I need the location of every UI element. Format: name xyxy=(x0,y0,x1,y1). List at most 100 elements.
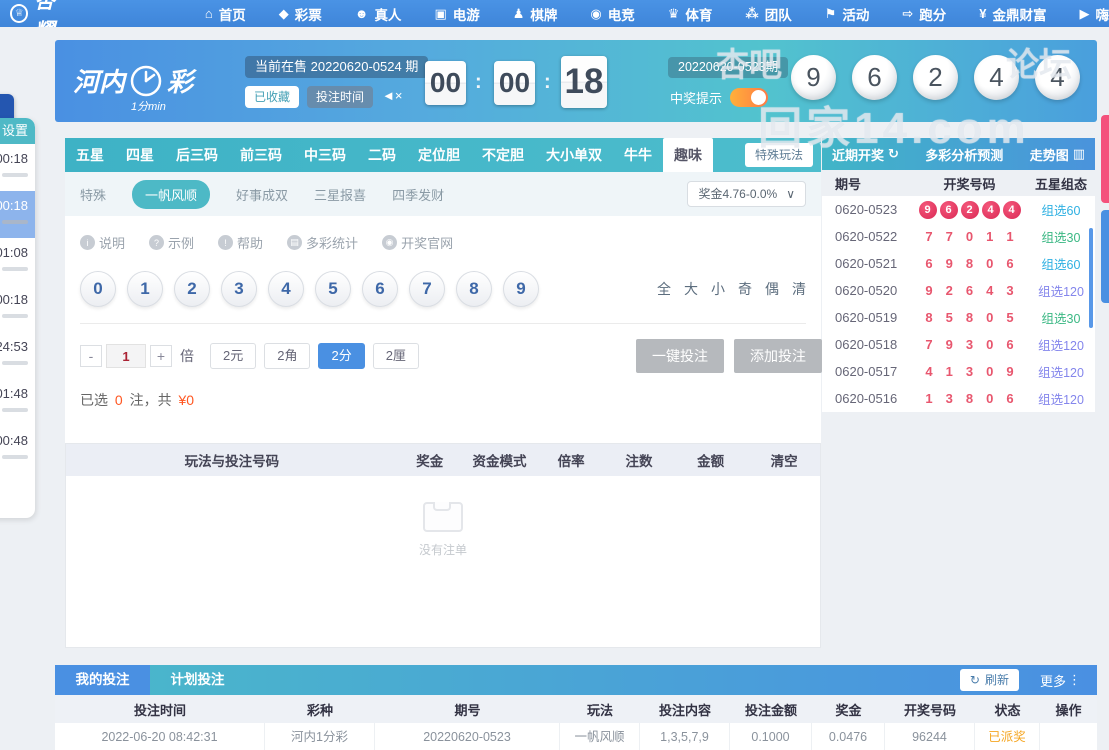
result-digit: 6 xyxy=(1006,337,1014,352)
nav-item-chess[interactable]: ♟ 棋牌 xyxy=(513,4,558,24)
nav-item-team[interactable]: ⁂ 团队 xyxy=(745,4,791,24)
combo-link[interactable]: 组选120 xyxy=(1027,362,1095,381)
nav-label: 首页 xyxy=(218,7,246,23)
help-link-tongji[interactable]: ▤ 多彩统计 xyxy=(287,233,358,252)
nav-item-lottery[interactable]: ◆ 彩票 xyxy=(279,4,322,24)
sidebar-lottery-item[interactable]: 01:08 xyxy=(0,238,35,285)
multiplier-input[interactable] xyxy=(106,344,146,368)
tab-zhongsanma[interactable]: 中三码 xyxy=(293,138,357,172)
unit-fen-button-active[interactable]: 2分 xyxy=(318,343,365,369)
quick-select-small[interactable]: 小 xyxy=(711,279,725,299)
pick-number-3[interactable]: 3 xyxy=(221,271,257,307)
special-play-button[interactable]: 特殊玩法 xyxy=(744,143,813,167)
quick-select-big[interactable]: 大 xyxy=(684,279,698,299)
quick-select-even[interactable]: 偶 xyxy=(765,279,779,299)
nav-label: 活动 xyxy=(842,7,870,23)
tab-dingweidan[interactable]: 定位胆 xyxy=(407,138,471,172)
combo-link[interactable]: 组选120 xyxy=(1027,281,1095,300)
favorited-button[interactable]: 已收藏 xyxy=(245,86,300,108)
pick-number-0[interactable]: 0 xyxy=(80,271,116,307)
pick-number-6[interactable]: 6 xyxy=(362,271,398,307)
help-link-bangzhu[interactable]: ! 帮助 xyxy=(218,233,263,252)
sidebar-lottery-item[interactable]: 00:48 xyxy=(0,426,35,473)
subtab-sanxingbaoxi[interactable]: 三星报喜 xyxy=(314,185,366,204)
pick-number-4[interactable]: 4 xyxy=(268,271,304,307)
sidebar-lottery-item[interactable]: 00:18 xyxy=(0,144,35,191)
nav-item-hi[interactable]: ▶ 嗨 xyxy=(1080,4,1109,24)
combo-link[interactable]: 组选60 xyxy=(1027,200,1095,219)
tab-daxiaodanshuang[interactable]: 大小单双 xyxy=(535,138,613,172)
sidebar-settings-button[interactable]: 设置 xyxy=(0,118,35,144)
help-link-shili[interactable]: ? 示例 xyxy=(149,233,194,252)
more-button[interactable]: 更多 ⋮ xyxy=(1040,671,1081,690)
tab-trend-chart[interactable]: 走势图 ▥ xyxy=(1030,145,1085,164)
top-navigation: ♕ 杏耀 ⌂ 首页 ◆ 彩票 ☻ 真人 ▣ 电游 ♟ 棋牌 ◉ 电竞 ♛ 体育 ⁂ 团队 ⚑ 活动… xyxy=(0,0,1109,27)
nav-item-live[interactable]: ☻ 真人 xyxy=(355,4,402,24)
tab-sixing[interactable]: 四星 xyxy=(115,138,165,172)
help-link-guanwang[interactable]: ◉ 开奖官网 xyxy=(382,233,453,252)
combo-link[interactable]: 组选120 xyxy=(1027,335,1095,354)
tab-plan-bets[interactable]: 计划投注 xyxy=(150,665,245,695)
subtab-haoshichengshuang[interactable]: 好事成双 xyxy=(236,185,288,204)
lottery-header-banner: 河内 彩 1分min 当前在售 20220620-0524 期 已收藏 投注时间… xyxy=(55,40,1097,122)
quick-select-clear[interactable]: 清 xyxy=(792,279,806,299)
result-digit: 6 xyxy=(1006,391,1014,406)
combo-link[interactable]: 组选30 xyxy=(1027,227,1095,246)
tab-housanma[interactable]: 后三码 xyxy=(165,138,229,172)
tab-quwei-active[interactable]: 趣味 xyxy=(663,138,713,172)
col-status: 状态 xyxy=(994,702,1021,718)
pick-number-2[interactable]: 2 xyxy=(174,271,210,307)
nav-item-paofen[interactable]: ⇨ 跑分 xyxy=(902,4,946,24)
floating-widget-blue[interactable] xyxy=(1101,210,1109,303)
pick-number-5[interactable]: 5 xyxy=(315,271,351,307)
tab-erma[interactable]: 二码 xyxy=(357,138,407,172)
sidebar-lottery-item[interactable]: 01:48 xyxy=(0,379,35,426)
tab-wuxing[interactable]: 五星 xyxy=(65,138,115,172)
subtab-sijifacai[interactable]: 四季发财 xyxy=(392,185,444,204)
unit-yuan-button[interactable]: 2元 xyxy=(210,343,257,369)
nav-item-sports[interactable]: ♛ 体育 xyxy=(668,4,713,24)
combo-link[interactable]: 组选30 xyxy=(1027,308,1095,327)
nav-item-esports[interactable]: ◉ 电竞 xyxy=(590,4,634,24)
nav-item-wealth[interactable]: ¥ 金鼎财富 xyxy=(979,4,1046,24)
tab-budingdan[interactable]: 不定胆 xyxy=(471,138,535,172)
refresh-button[interactable]: ↻ 刷新 xyxy=(959,669,1019,691)
nav-item-egames[interactable]: ▣ 电游 xyxy=(434,4,479,24)
combo-link[interactable]: 组选60 xyxy=(1027,254,1095,273)
unit-jiao-button[interactable]: 2角 xyxy=(264,343,311,369)
combo-link[interactable]: 组选120 xyxy=(1027,389,1095,408)
sidebar-lottery-item[interactable]: 24:53 xyxy=(0,332,35,379)
nav-item-home[interactable]: ⌂ 首页 xyxy=(205,4,246,24)
sidebar-lottery-item[interactable]: 00:18 xyxy=(0,285,35,332)
multiplier-minus-button[interactable]: - xyxy=(80,345,102,367)
quick-select-odd[interactable]: 奇 xyxy=(738,279,752,299)
quick-bet-button[interactable]: 一键投注 xyxy=(636,339,724,373)
add-bet-button[interactable]: 添加投注 xyxy=(734,339,822,373)
pick-number-1[interactable]: 1 xyxy=(127,271,163,307)
sidebar-lottery-item-active[interactable]: 00:18 xyxy=(0,191,35,238)
cart-clear-button[interactable]: 清空 xyxy=(748,450,820,470)
bet-time-button[interactable]: 投注时间 xyxy=(307,86,374,108)
help-link-shuoming[interactable]: i 说明 xyxy=(80,233,125,252)
nav-item-activity[interactable]: ⚑ 活动 xyxy=(825,4,870,24)
subtab-teshu[interactable]: 特殊 xyxy=(80,185,106,204)
multiplier-plus-button[interactable]: + xyxy=(150,345,172,367)
mute-icon[interactable]: ◄× xyxy=(382,88,402,103)
pick-number-8[interactable]: 8 xyxy=(456,271,492,307)
subtab-yifanfengshun-active[interactable]: 一帆风顺 xyxy=(132,179,211,209)
win-tip-toggle[interactable] xyxy=(730,88,769,107)
tab-my-bets-active[interactable]: 我的投注 xyxy=(55,665,150,695)
unit-li-button[interactable]: 2厘 xyxy=(372,343,419,369)
tab-niuniu[interactable]: 牛牛 xyxy=(613,138,663,172)
pick-number-9[interactable]: 9 xyxy=(503,271,539,307)
pick-number-7[interactable]: 7 xyxy=(409,271,445,307)
prize-dropdown[interactable]: 奖金4.76-0.0% ∨ xyxy=(687,181,806,207)
tab-recent-draws[interactable]: 近期开奖 ↻ xyxy=(832,145,899,164)
brand-logo[interactable]: ♕ 杏耀 xyxy=(10,0,77,27)
panel-scrollbar-thumb[interactable] xyxy=(1089,228,1093,328)
tab-analysis-forecast[interactable]: 多彩分析预测 xyxy=(925,145,1003,164)
floating-widget-pink[interactable] xyxy=(1101,115,1109,203)
tab-qiansanma[interactable]: 前三码 xyxy=(229,138,293,172)
col-issue: 期号 xyxy=(454,702,481,718)
quick-select-all[interactable]: 全 xyxy=(657,279,671,299)
